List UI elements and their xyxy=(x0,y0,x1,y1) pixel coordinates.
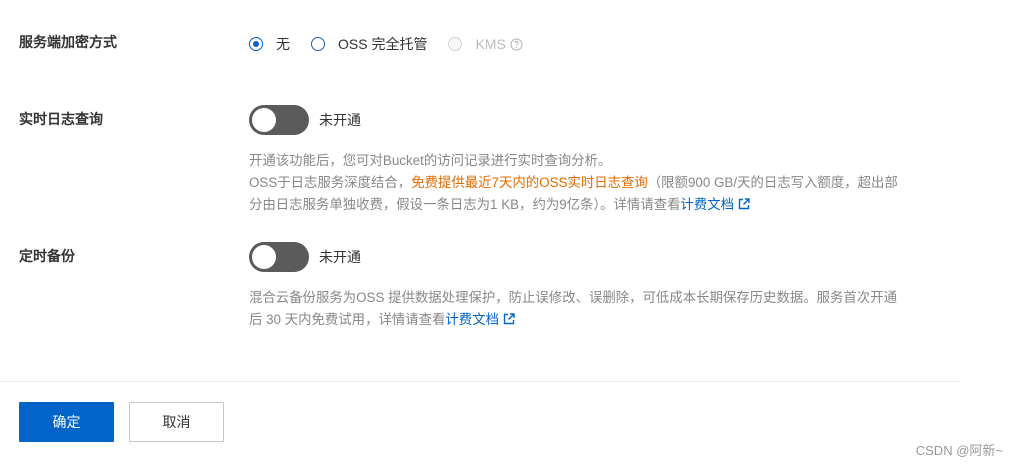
backup-pricing-link[interactable]: 计费文档 xyxy=(445,312,499,327)
backup-status: 未开通 xyxy=(319,249,361,265)
radio-kms: KMS xyxy=(448,34,523,54)
encryption-label: 服务端加密方式 xyxy=(19,34,117,50)
realtime-log-desc-pre: OSS于日志服务深度结合， xyxy=(249,175,412,190)
backup-label: 定时备份 xyxy=(19,248,75,264)
encryption-radio-group: 无 OSS 完全托管 KMS xyxy=(249,34,544,54)
realtime-log-label: 实时日志查询 xyxy=(19,111,103,127)
radio-none[interactable]: 无 xyxy=(249,34,290,54)
realtime-log-switch-row: 未开通 xyxy=(249,105,361,135)
realtime-log-description: 开通该功能后，您可对Bucket的访问记录进行实时查询分析。 OSS于日志服务深… xyxy=(249,150,909,216)
radio-oss-managed-label: OSS 完全托管 xyxy=(338,36,428,52)
backup-toggle[interactable] xyxy=(249,242,309,272)
external-link-icon[interactable] xyxy=(738,198,750,210)
help-circle-icon[interactable] xyxy=(510,37,523,51)
watermark: CSDN @阿新~ xyxy=(915,443,1003,458)
radio-none-label: 无 xyxy=(276,36,290,52)
cancel-button[interactable]: 取消 xyxy=(129,402,224,442)
radio-kms-label: KMS xyxy=(475,36,506,52)
radio-kms-circle xyxy=(448,37,463,51)
toggle-knob xyxy=(252,108,276,132)
radio-none-circle[interactable] xyxy=(249,37,263,51)
realtime-log-desc-body: OSS于日志服务深度结合，免费提供最近7天内的OSS实时日志查询（限额900 G… xyxy=(249,172,909,216)
realtime-log-free-highlight: 免费提供最近7天内的OSS实时日志查询 xyxy=(411,175,648,190)
realtime-log-pricing-link[interactable]: 计费文档 xyxy=(681,197,735,212)
toggle-knob xyxy=(252,245,276,269)
backup-description: 混合云备份服务为OSS 提供数据处理保护，防止误修改、误删除，可低成本长期保存历… xyxy=(249,287,909,331)
radio-oss-managed-circle[interactable] xyxy=(311,37,325,51)
realtime-log-desc-line1: 开通该功能后，您可对Bucket的访问记录进行实时查询分析。 xyxy=(249,153,612,168)
realtime-log-toggle[interactable] xyxy=(249,105,309,135)
backup-desc-text: 混合云备份服务为OSS 提供数据处理保护，防止误修改、误删除，可低成本长期保存历… xyxy=(249,290,897,327)
radio-oss-managed[interactable]: OSS 完全托管 xyxy=(311,34,427,54)
settings-page: 服务端加密方式 无 OSS 完全托管 KMS 实时日志查询 未开通 开通该功能后… xyxy=(0,0,1017,466)
backup-switch-row: 未开通 xyxy=(249,242,361,272)
confirm-button[interactable]: 确定 xyxy=(19,402,114,442)
footer-divider xyxy=(0,381,960,382)
realtime-log-status: 未开通 xyxy=(319,112,361,128)
external-link-icon[interactable] xyxy=(503,313,515,325)
